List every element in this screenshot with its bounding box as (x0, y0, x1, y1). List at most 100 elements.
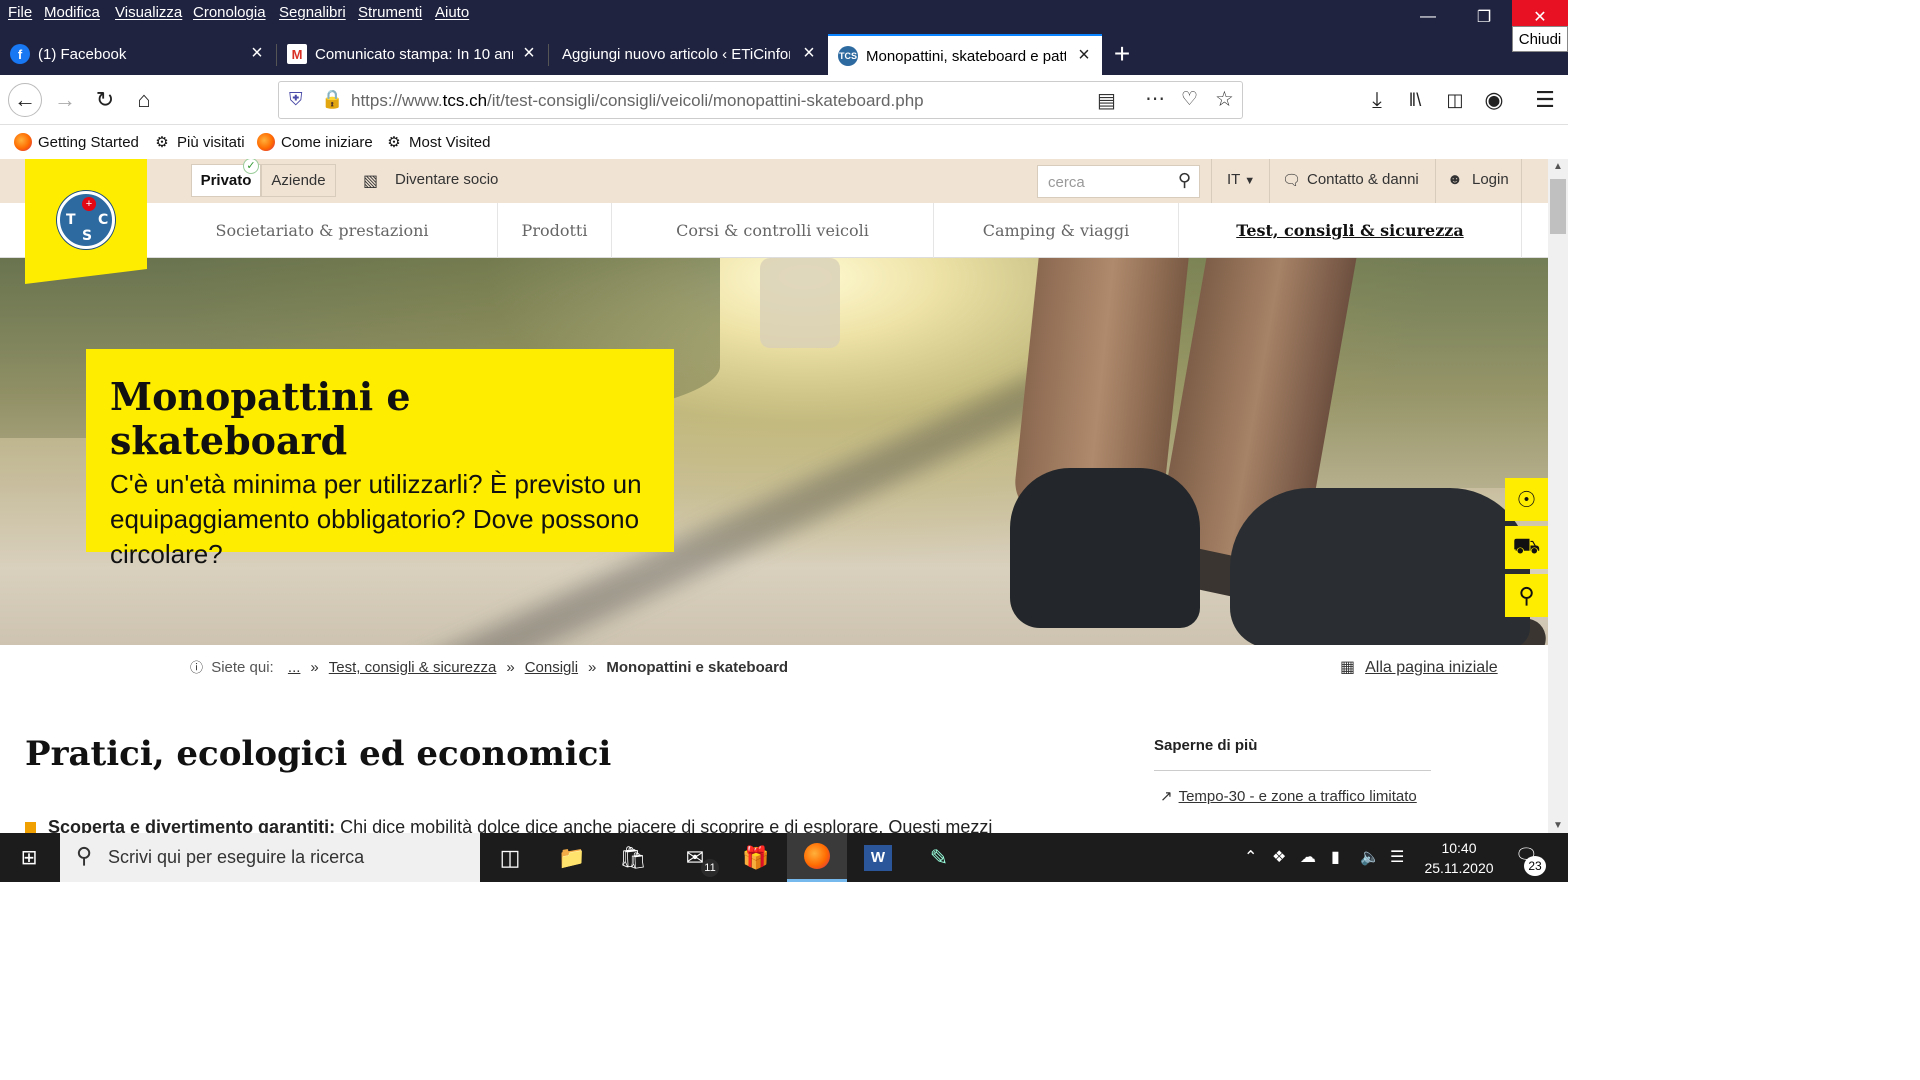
bookmarks-toolbar: Getting Started ⚙ Più visitati Come inizi… (0, 125, 1568, 159)
nav-membership[interactable]: Societariato & prestazioni (147, 203, 498, 258)
notepad-app-button[interactable]: ✎ (909, 833, 969, 882)
menu-segnalibri[interactable]: Segnalibri (279, 4, 346, 21)
bullet-square (25, 822, 36, 833)
back-button[interactable]: ← (8, 83, 42, 117)
library-icon: ‖\ (1408, 89, 1422, 110)
tab-facebook[interactable]: f (1) Facebook × (0, 34, 275, 75)
breadcrumb: ⓘ Siete qui: ...» Test, consigli & sicure… (190, 659, 789, 676)
new-tab-button[interactable]: + (1110, 38, 1134, 70)
sidebar-button[interactable]: ◫ (1440, 85, 1470, 115)
menu-strumenti[interactable]: Strumenti (358, 4, 422, 21)
download-icon: ⤓ (1372, 87, 1382, 112)
tab-wordpress[interactable]: Aggiungi nuovo articolo ‹ ETiCinfor × (549, 34, 827, 75)
member-link[interactable]: Diventare socio (395, 171, 498, 188)
word-taskbar-button[interactable]: W (848, 833, 908, 882)
close-tab-icon[interactable]: × (1074, 44, 1094, 67)
url-text[interactable]: https://www.tcs.ch/it/test-consigli/cons… (351, 91, 924, 111)
car-icon[interactable]: ⛟ (1505, 526, 1548, 569)
chat-icon: 🗨 (1282, 172, 1302, 189)
firefox-taskbar-button[interactable] (787, 833, 847, 882)
downloads-button[interactable]: ⤓ (1362, 85, 1392, 115)
reload-button[interactable]: ↻ (90, 85, 120, 115)
gift-app-button[interactable]: 🎁 (726, 833, 786, 882)
shield-icon[interactable]: ⛨ (289, 89, 303, 110)
minimize-button[interactable]: — (1400, 0, 1456, 34)
breadcrumb-advice[interactable]: Consigli (525, 659, 578, 676)
close-tab-icon[interactable]: × (799, 42, 819, 65)
learn-more-link[interactable]: ↗ Tempo-30 - e zone a traffico limitato (1160, 785, 1420, 809)
menu-file[interactable]: File (8, 4, 32, 21)
reader-view-icon[interactable]: ▤ (1097, 88, 1116, 113)
bookmark-come-iniziare[interactable]: Come iniziare (257, 133, 373, 151)
forward-button[interactable]: → (50, 85, 80, 115)
taskbar-clock[interactable]: 10:40 25.11.2020 (1418, 838, 1500, 878)
star-icon[interactable]: ☆ (1215, 87, 1234, 112)
taskbar-search-input[interactable]: ⚲ Scrivi qui per eseguire la ricerca (60, 833, 480, 882)
onedrive-icon[interactable]: ☁ (1300, 847, 1316, 867)
lock-icon[interactable]: 🔒 (321, 89, 343, 110)
mail-button[interactable]: ✉ 11 (665, 833, 725, 882)
task-view-button[interactable]: ◫ (480, 833, 540, 882)
arrow-left-icon: ← (14, 87, 36, 112)
start-button[interactable]: ⊞ (0, 833, 58, 882)
contact-link[interactable]: Contatto & danni (1307, 171, 1419, 188)
bookmark-getting-started[interactable]: Getting Started (14, 133, 139, 151)
pocket-icon[interactable]: ♡ (1181, 88, 1198, 111)
more-actions-icon[interactable]: ⋯ (1145, 86, 1165, 111)
scroll-up-icon[interactable]: ▲ (1553, 161, 1563, 172)
nav-camping[interactable]: Camping & viaggi (934, 203, 1179, 258)
menu-visualizza[interactable]: Visualizza (115, 4, 182, 21)
route-map-icon[interactable]: ☉ (1505, 478, 1548, 521)
bookmark-most-visited[interactable]: ⚙ Most Visited (385, 133, 490, 152)
breadcrumb-tests[interactable]: Test, consigli & sicurezza (329, 659, 497, 676)
wifi-icon[interactable]: ☰ (1390, 847, 1404, 867)
search-input[interactable]: cerca ⚲ (1037, 165, 1200, 198)
firefox-icon (804, 843, 830, 869)
firefox-icon (14, 133, 32, 151)
search-icon[interactable]: ⚲ (1178, 170, 1191, 191)
location-pin-icon[interactable]: ⚲ (1505, 574, 1548, 617)
volume-icon[interactable]: 🔈 (1360, 847, 1380, 867)
nav-courses[interactable]: Corsi & controlli veicoli (612, 203, 934, 258)
url-bar[interactable]: ⛨ 🔒 https://www.tcs.ch/it/test-consigli/… (278, 81, 1243, 119)
home-button[interactable]: ⌂ (129, 85, 159, 115)
bookmark-piu-visitati[interactable]: ⚙ Più visitati (153, 133, 244, 152)
language-select[interactable]: IT ▼ (1227, 171, 1255, 188)
scroll-thumb[interactable] (1550, 179, 1566, 234)
logo-letter-t: T (66, 212, 76, 228)
battery-icon[interactable]: ▮ (1331, 847, 1340, 867)
divider (1154, 770, 1431, 771)
menu-aiuto[interactable]: Aiuto (435, 4, 469, 21)
bullet-text: Chi dice mobilità dolce dice anche piace… (335, 817, 993, 833)
dropbox-icon[interactable]: ❖ (1272, 847, 1286, 867)
tab-gmail[interactable]: M Comunicato stampa: In 10 anni × (277, 34, 547, 75)
hamburger-menu-button[interactable]: ☰ (1530, 85, 1560, 115)
nav-tests-advice[interactable]: Test, consigli & sicurezza (1179, 203, 1522, 258)
learn-more-link-label: Tempo-30 - e zone a traffico limitato (1178, 788, 1417, 805)
account-button[interactable]: ◉ (1479, 85, 1509, 115)
library-button[interactable]: ‖\ (1400, 85, 1430, 115)
home-icon: ⌂ (137, 87, 151, 112)
close-tab-icon[interactable]: × (247, 42, 267, 65)
restore-button[interactable]: ❐ (1456, 0, 1512, 34)
tcs-logo[interactable]: + T C S (25, 159, 147, 284)
notepad-icon: ✎ (929, 844, 949, 870)
chevron-up-icon[interactable]: ⌃ (1244, 847, 1257, 867)
close-icon: ✕ (1533, 9, 1547, 26)
login-link[interactable]: Login (1472, 171, 1509, 188)
menu-modifica[interactable]: Modifica (44, 4, 100, 21)
segment-business[interactable]: Aziende (261, 164, 336, 197)
search-placeholder: cerca (1048, 174, 1085, 191)
page-scrollbar[interactable]: ▲ ▼ (1548, 159, 1568, 833)
tab-tcs[interactable]: TCS Monopattini, skateboard e patt × (828, 34, 1102, 75)
homepage-link[interactable]: ▦ Alla pagina iniziale (1340, 657, 1498, 677)
nav-products[interactable]: Prodotti (498, 203, 612, 258)
scroll-down-icon[interactable]: ▼ (1553, 820, 1563, 831)
breadcrumb-ellipsis[interactable]: ... (288, 659, 301, 676)
file-explorer-button[interactable]: 📁 (542, 833, 602, 882)
close-tab-icon[interactable]: × (519, 42, 539, 65)
tab-label: Aggiungi nuovo articolo ‹ ETiCinfor (562, 46, 790, 63)
windows-logo-icon: ⊞ (20, 847, 38, 869)
menu-cronologia[interactable]: Cronologia (193, 4, 266, 21)
store-button[interactable]: 🛍 (603, 833, 663, 882)
